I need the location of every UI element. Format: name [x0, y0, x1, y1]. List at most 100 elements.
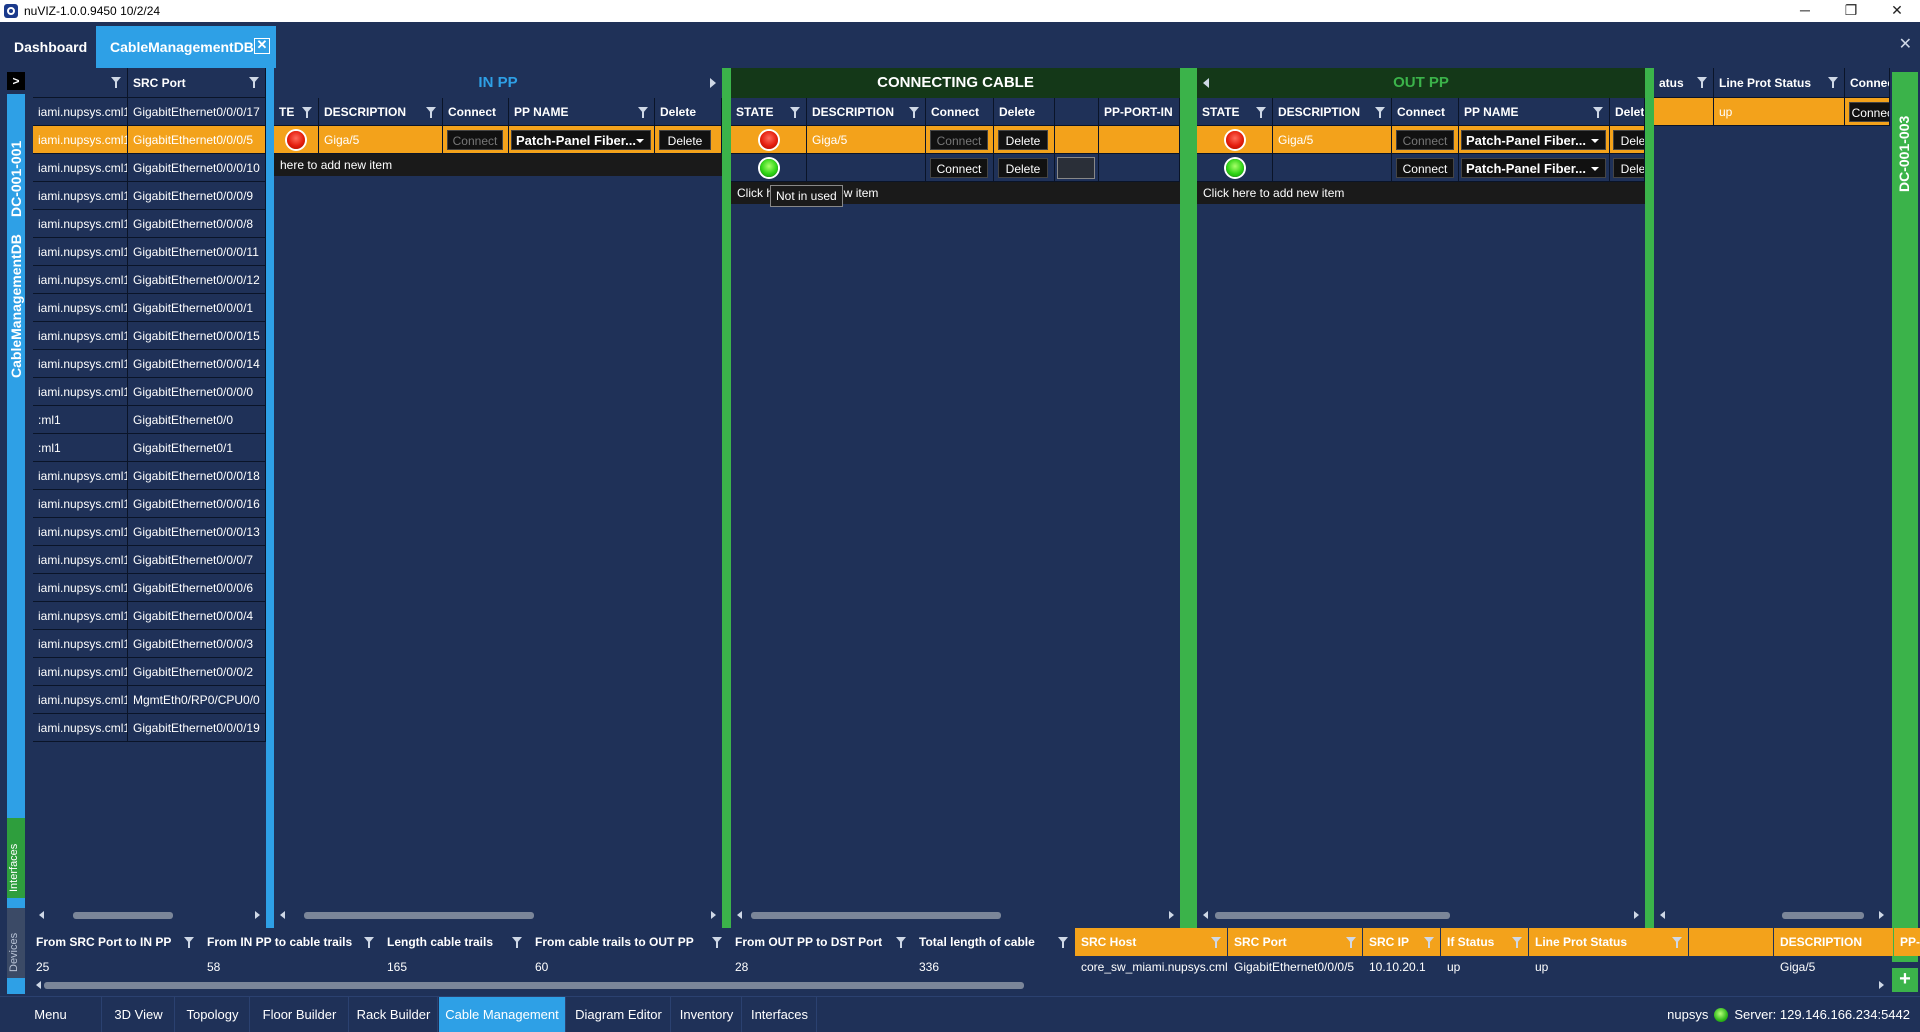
- summary-header-cell[interactable]: Length cable trails: [381, 928, 528, 956]
- close-tab-icon[interactable]: ✕: [254, 38, 270, 54]
- scroll-right-icon[interactable]: [711, 911, 716, 919]
- in-pp-row[interactable]: Giga/5 Connect Patch-Panel Fiber... Dele…: [274, 126, 722, 154]
- filter-icon[interactable]: [184, 937, 194, 948]
- table-row[interactable]: iami.nupsys.cml1 GigabitEthernet0/0/0/12: [33, 266, 266, 294]
- src-hscrollbar[interactable]: [33, 908, 266, 922]
- nav-item-rack-builder[interactable]: Rack Builder: [350, 997, 438, 1032]
- summary-header-cell[interactable]: From OUT PP to DST Port: [729, 928, 912, 956]
- close-panel-icon[interactable]: ✕: [1899, 34, 1912, 54]
- in-pp-hscrollbar[interactable]: [274, 908, 722, 922]
- table-row[interactable]: iami.nupsys.cml1 GigabitEthernet0/0/0/18: [33, 462, 266, 490]
- scroll-left-icon[interactable]: [1660, 911, 1665, 919]
- nav-item-3d-view[interactable]: 3D View: [103, 997, 175, 1032]
- summary-hscrollbar[interactable]: [30, 978, 1890, 992]
- filter-icon[interactable]: [896, 937, 906, 948]
- scroll-thumb[interactable]: [1782, 912, 1864, 919]
- connect-button[interactable]: Connect: [1396, 130, 1454, 150]
- pp-port-in-cell[interactable]: [1099, 126, 1180, 154]
- table-row[interactable]: iami.nupsys.cml1 GigabitEthernet0/0/0/5: [33, 126, 266, 154]
- filter-icon[interactable]: [302, 107, 312, 118]
- collapse-right-icon[interactable]: [710, 78, 716, 88]
- out-pp-delete-header[interactable]: Delete: [1610, 98, 1645, 126]
- cable-description-header[interactable]: DESCRIPTION: [807, 98, 926, 126]
- expand-button[interactable]: >: [7, 72, 25, 90]
- summary-header-cell[interactable]: From SRC Port to IN PP: [30, 928, 200, 956]
- maximize-button[interactable]: ❐: [1828, 0, 1874, 22]
- nav-item-topology[interactable]: Topology: [176, 997, 250, 1032]
- tab-cable-management-db[interactable]: CableManagementDB ✕: [96, 26, 276, 68]
- cable-connect-header[interactable]: Connect: [926, 98, 994, 126]
- pp-name-dropdown[interactable]: Patch-Panel Fiber...: [511, 130, 651, 150]
- summary-header-cell[interactable]: [1689, 928, 1773, 956]
- table-row[interactable]: iami.nupsys.cml1 GigabitEthernet0/0/0/3: [33, 630, 266, 658]
- filter-icon[interactable]: [638, 107, 648, 118]
- scroll-left-icon[interactable]: [737, 911, 742, 919]
- filter-icon[interactable]: [1346, 937, 1356, 948]
- filter-icon[interactable]: [1828, 77, 1838, 88]
- scroll-right-icon[interactable]: [1634, 911, 1639, 919]
- table-row[interactable]: iami.nupsys.cml1 GigabitEthernet0/0/0/9: [33, 182, 266, 210]
- filter-icon[interactable]: [1211, 937, 1221, 948]
- in-pp-delete-header[interactable]: Delete: [655, 98, 722, 126]
- table-row[interactable]: iami.nupsys.cml1 GigabitEthernet0/0/0/2: [33, 658, 266, 686]
- connect-button[interactable]: Connect: [930, 130, 988, 150]
- collapse-left-icon[interactable]: [1203, 78, 1209, 88]
- connect-button[interactable]: Connect: [1849, 102, 1889, 122]
- in-pp-state-header[interactable]: TE: [274, 98, 319, 126]
- connect-button[interactable]: Connect: [447, 130, 503, 150]
- filter-icon[interactable]: [1424, 937, 1434, 948]
- out-pp-row[interactable]: Connect Patch-Panel Fiber... Delete: [1197, 154, 1645, 182]
- table-row[interactable]: iami.nupsys.cml1 GigabitEthernet0/0/0/6: [33, 574, 266, 602]
- nav-item-diagram-editor[interactable]: Diagram Editor: [567, 997, 671, 1032]
- filter-icon[interactable]: [1058, 937, 1068, 948]
- nav-item-cable-management[interactable]: Cable Management: [439, 997, 566, 1032]
- cable-row[interactable]: Connect Delete: [731, 154, 1180, 182]
- summary-header-cell[interactable]: From IN PP to cable trails: [201, 928, 380, 956]
- close-window-button[interactable]: ✕: [1874, 0, 1920, 22]
- delete-button[interactable]: Delete: [659, 130, 711, 150]
- filter-icon[interactable]: [1512, 937, 1522, 948]
- filter-icon[interactable]: [512, 937, 522, 948]
- out-pp-hscrollbar[interactable]: [1197, 908, 1645, 922]
- scroll-thumb[interactable]: [73, 912, 173, 919]
- out-pp-connect-header[interactable]: Connect: [1392, 98, 1459, 126]
- description-cell[interactable]: Giga/5: [1273, 126, 1392, 154]
- nav-item-menu[interactable]: Menu: [0, 997, 102, 1032]
- connect-button[interactable]: Connect: [1396, 158, 1454, 178]
- nav-item-interfaces[interactable]: Interfaces: [743, 997, 817, 1032]
- table-row[interactable]: iami.nupsys.cml1 GigabitEthernet0/0/0/15: [33, 322, 266, 350]
- minimize-button[interactable]: ─: [1782, 0, 1828, 22]
- table-row[interactable]: iami.nupsys.cml1 GigabitEthernet0/0/0/11: [33, 238, 266, 266]
- dst-row[interactable]: up Connect: [1654, 98, 1890, 126]
- table-row[interactable]: iami.nupsys.cml1 GigabitEthernet0/0/0/13: [33, 518, 266, 546]
- scroll-left-icon[interactable]: [39, 911, 44, 919]
- summary-header-cell[interactable]: SRC Host: [1075, 928, 1227, 956]
- table-row[interactable]: iami.nupsys.cml1 GigabitEthernet0/0/0/7: [33, 546, 266, 574]
- filter-icon[interactable]: [712, 937, 722, 948]
- filter-icon[interactable]: [1256, 107, 1266, 118]
- filter-icon[interactable]: [364, 937, 374, 948]
- out-pp-description-header[interactable]: DESCRIPTION: [1273, 98, 1392, 126]
- dst-hscrollbar[interactable]: [1654, 908, 1890, 922]
- scroll-right-icon[interactable]: [1879, 981, 1884, 989]
- out-pp-ppname-header[interactable]: PP NAME: [1459, 98, 1610, 126]
- table-row[interactable]: iami.nupsys.cml1 GigabitEthernet0/0/0/10: [33, 154, 266, 182]
- in-pp-connect-header[interactable]: Connect: [443, 98, 509, 126]
- cable-state-header[interactable]: STATE: [731, 98, 807, 126]
- summary-header-cell[interactable]: SRC Port: [1228, 928, 1362, 956]
- table-row[interactable]: iami.nupsys.cml1 GigabitEthernet0/0/0/1: [33, 294, 266, 322]
- filter-icon[interactable]: [426, 107, 436, 118]
- summary-header-cell[interactable]: If Status: [1441, 928, 1528, 956]
- description-cell[interactable]: Giga/5: [807, 126, 926, 154]
- dst-if-status-header[interactable]: atus: [1654, 68, 1714, 98]
- pp-port-in-cell[interactable]: [1099, 154, 1180, 182]
- description-cell[interactable]: [807, 154, 926, 182]
- out-pp-row[interactable]: Giga/5 Connect Patch-Panel Fiber... Dele…: [1197, 126, 1645, 154]
- in-pp-description-header[interactable]: DESCRIPTION: [319, 98, 443, 126]
- summary-header-cell[interactable]: DESCRIPTION: [1774, 928, 1893, 956]
- filter-icon[interactable]: [1672, 937, 1682, 948]
- cable-delete-header[interactable]: Delete: [994, 98, 1055, 126]
- scroll-thumb[interactable]: [44, 982, 1024, 989]
- filter-icon[interactable]: [1375, 107, 1385, 118]
- table-row[interactable]: iami.nupsys.cml1 GigabitEthernet0/0/0/17: [33, 98, 266, 126]
